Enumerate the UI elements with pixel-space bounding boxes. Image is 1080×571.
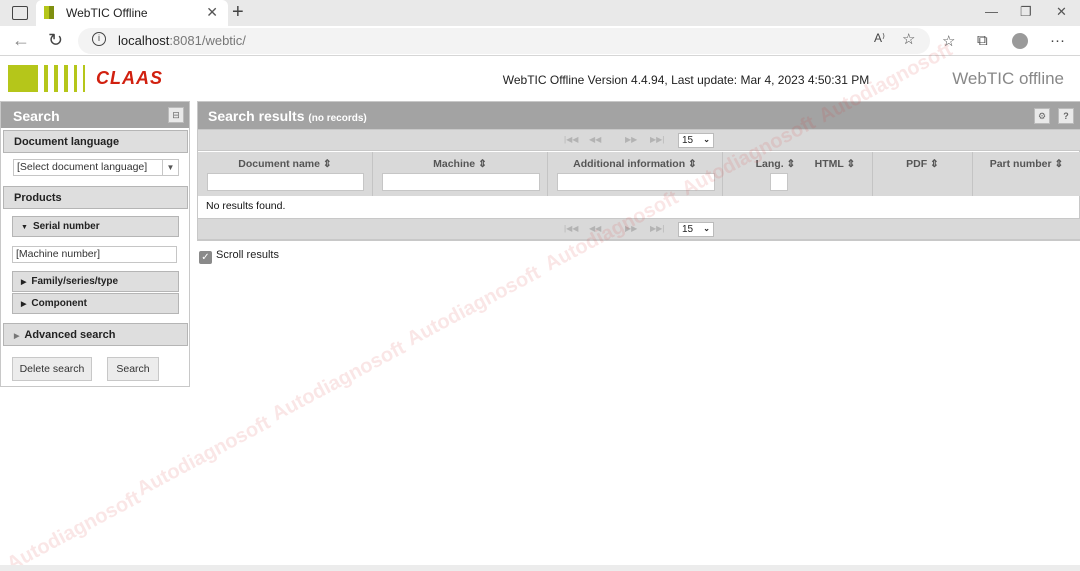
pager-bottom: |◀◀ ◀◀ ▶▶ ▶▶| 15 ⌄ (198, 218, 1080, 240)
records-note: (no records) (308, 113, 367, 124)
tab-actions-icon[interactable] (12, 6, 28, 20)
collapse-panel-icon[interactable]: ⊟ (168, 107, 184, 123)
close-tab-icon[interactable]: ✕ (206, 4, 218, 21)
collapsed-triangle-icon: ▶ (21, 301, 27, 308)
column-html[interactable]: HTML ⇕ (798, 152, 873, 196)
prev-page-icon[interactable]: ◀◀ (589, 224, 601, 233)
sort-icon: ⇕ (322, 158, 332, 170)
more-menu-icon[interactable]: ··· (1050, 32, 1065, 49)
family-series-type-section[interactable]: ▶ Family/series/type (12, 271, 179, 292)
restore-icon[interactable]: ❐ (1020, 4, 1032, 20)
delete-search-button[interactable]: Delete search (12, 357, 92, 381)
browser-tab-bar: WebTIC Offline ✕ + — ❐ ✕ (0, 0, 1080, 26)
scroll-results-toggle[interactable]: ✓ Scroll results (199, 249, 279, 264)
column-additional-information[interactable]: Additional information ⇕ (548, 152, 723, 196)
next-page-icon[interactable]: ▶▶ (625, 224, 637, 233)
url-text: localhost:8081/webtic/ (118, 33, 246, 48)
back-icon[interactable]: ← (12, 30, 30, 51)
document-language-section[interactable]: Document language (3, 130, 188, 153)
read-aloud-icon[interactable]: A⁾ (874, 31, 885, 45)
chevron-down-icon: ⌄ (703, 224, 710, 233)
settings-icon[interactable]: ⚙ (1034, 108, 1050, 124)
machine-filter[interactable] (382, 173, 540, 191)
bottom-strip (0, 565, 1080, 571)
add-favorite-icon[interactable]: ☆ (902, 30, 915, 48)
results-panel: Search results (no records) ⚙ ? |◀◀ ◀◀ ▶… (197, 101, 1080, 241)
sort-icon: ⇕ (478, 158, 487, 170)
collapsed-triangle-icon: ▶ (14, 333, 20, 340)
address-bar: ← ↻ i localhost:8081/webtic/ A⁾ ☆ ☆ ⧉ ··… (0, 26, 1080, 56)
url-field[interactable]: i localhost:8081/webtic/ A⁾ ☆ (78, 28, 930, 54)
results-title: Search results (no records) (208, 108, 367, 124)
app-header: CLAAS WebTIC Offline Version 4.4.94, Las… (0, 56, 1080, 100)
machine-number-field[interactable]: [Machine number] (12, 246, 177, 263)
column-pdf[interactable]: PDF ⇕ (873, 152, 973, 196)
checkbox-checked-icon[interactable]: ✓ (199, 251, 212, 264)
document-language-select[interactable]: [Select document language] ▼ (13, 159, 179, 176)
additional-information-filter[interactable] (557, 173, 715, 191)
results-panel-header: Search results (no records) ⚙ ? (198, 102, 1080, 129)
minimize-icon[interactable]: — (985, 4, 998, 19)
search-button[interactable]: Search (107, 357, 159, 381)
search-panel-header: Search ⊟ (1, 102, 189, 128)
sort-icon: ⇕ (688, 158, 697, 170)
last-page-icon[interactable]: ▶▶| (650, 135, 664, 144)
column-machine[interactable]: Machine ⇕ (373, 152, 548, 196)
tab-title: WebTIC Offline (66, 6, 148, 20)
component-section[interactable]: ▶ Component (12, 293, 179, 314)
browser-tab[interactable]: WebTIC Offline ✕ (36, 0, 228, 26)
search-panel: Search ⊟ Document language [Select docum… (0, 101, 190, 387)
help-icon[interactable]: ? (1058, 108, 1074, 124)
expanded-triangle-icon: ▼ (21, 224, 28, 231)
watermark: Autodiagnosoft (133, 411, 275, 501)
first-page-icon[interactable]: |◀◀ (564, 135, 578, 144)
column-document-name[interactable]: Document name ⇕ (198, 152, 373, 196)
site-info-icon[interactable]: i (92, 32, 106, 46)
collapsed-triangle-icon: ▶ (21, 279, 27, 286)
column-lang[interactable]: Lang. ⇕ (723, 152, 798, 196)
advanced-search-section[interactable]: ▶ Advanced search (3, 323, 188, 346)
page-size-select[interactable]: 15 ⌄ (678, 222, 714, 237)
sort-icon: ⇕ (930, 158, 939, 170)
document-name-filter[interactable] (207, 173, 364, 191)
reload-icon[interactable]: ↻ (48, 30, 63, 51)
sort-icon: ⇕ (846, 158, 856, 170)
search-panel-title: Search (13, 108, 60, 124)
favorites-icon[interactable]: ☆ (942, 32, 955, 50)
last-page-icon[interactable]: ▶▶| (650, 224, 664, 233)
collections-icon[interactable]: ⧉ (977, 32, 988, 49)
watermark: Autodiagnosoft (268, 336, 410, 426)
next-page-icon[interactable]: ▶▶ (625, 135, 637, 144)
sort-icon: ⇕ (1054, 158, 1064, 170)
chevron-down-icon: ⌄ (703, 135, 710, 144)
page-size-select[interactable]: 15 ⌄ (678, 133, 714, 148)
products-section[interactable]: Products (3, 186, 188, 209)
watermark: Autodiagnosoft (3, 486, 145, 571)
profile-avatar[interactable] (1012, 33, 1028, 49)
chevron-down-icon[interactable]: ▼ (162, 160, 178, 175)
first-page-icon[interactable]: |◀◀ (564, 224, 578, 233)
no-results-message: No results found. (206, 200, 286, 212)
close-window-icon[interactable]: ✕ (1056, 4, 1067, 20)
pager-top: |◀◀ ◀◀ ▶▶ ▶▶| 15 ⌄ (198, 129, 1080, 151)
serial-number-section[interactable]: ▼ Serial number (12, 216, 179, 237)
version-info: WebTIC Offline Version 4.4.94, Last upda… (502, 73, 870, 87)
sort-icon: ⇕ (786, 158, 796, 170)
results-table-header: Document name ⇕ Machine ⇕ Additional inf… (198, 152, 1080, 196)
new-tab-icon[interactable]: + (232, 1, 244, 24)
product-name: WebTIC offline (952, 69, 1064, 88)
lang-filter[interactable] (770, 173, 788, 191)
webtic-favicon-icon (44, 6, 54, 19)
prev-page-icon[interactable]: ◀◀ (589, 135, 601, 144)
watermark: Autodiagnosoft (403, 261, 545, 351)
column-part-number[interactable]: Part number ⇕ (973, 152, 1080, 196)
